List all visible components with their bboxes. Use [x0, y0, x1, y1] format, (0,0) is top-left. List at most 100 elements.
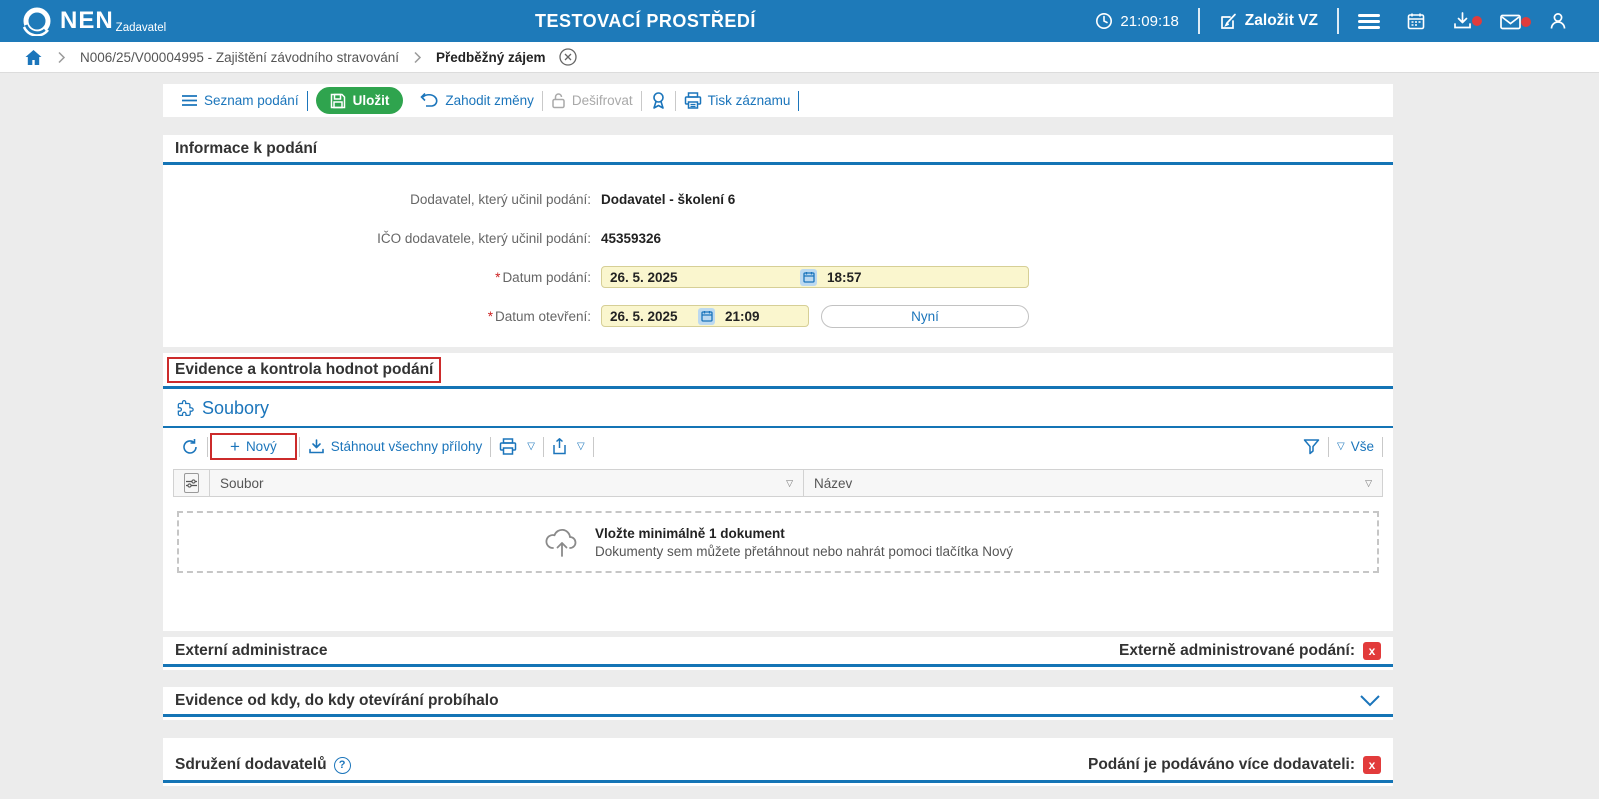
- section-title: Sdružení dodavatelů: [175, 756, 327, 774]
- chevron-down-icon: [1359, 694, 1381, 707]
- nen-logo[interactable]: NEN Zadavatel: [22, 6, 166, 36]
- filter-all-dropdown[interactable]: ▽ Vše: [1329, 439, 1382, 454]
- menu-button[interactable]: [1345, 11, 1393, 32]
- external-flag-no-badge[interactable]: x: [1363, 642, 1381, 660]
- breadcrumb-contract[interactable]: N006/25/V00004995 - Zajištění závodního …: [80, 50, 399, 65]
- sliders-icon: [185, 478, 198, 489]
- submit-time-value[interactable]: 18:57: [827, 270, 862, 285]
- undo-icon: [419, 93, 439, 108]
- new-vz-button[interactable]: Založit VZ: [1206, 12, 1331, 31]
- consortium-section: Sdružení dodavatelů ? Podání je podáváno…: [163, 738, 1393, 786]
- calendar-icon: [1406, 11, 1426, 31]
- sort-triangle-icon[interactable]: ▽: [786, 478, 793, 489]
- home-icon[interactable]: [24, 49, 43, 66]
- mail-icon: [1499, 12, 1522, 31]
- puzzle-icon: [175, 399, 194, 418]
- filter-button[interactable]: [1295, 438, 1328, 455]
- cloud-upload-icon: [543, 526, 581, 558]
- open-date-label: *Datum otevření:: [163, 309, 591, 324]
- calendar-icon: [701, 310, 713, 322]
- divider: [1382, 437, 1383, 457]
- expand-section-button[interactable]: [1359, 694, 1381, 707]
- files-table-header: Soubor ▽ Název ▽: [173, 469, 1383, 497]
- divider: [1337, 8, 1339, 34]
- logo-text: NEN: [60, 11, 114, 31]
- calendar-icon: [803, 271, 815, 283]
- ico-label: IČO dodavatele, který učinil podání:: [163, 231, 591, 246]
- download-all-attachments-button[interactable]: Stáhnout všechny přílohy: [300, 439, 491, 455]
- ribbon-icon: [650, 91, 667, 110]
- submit-date-label: *Datum podání:: [163, 270, 591, 285]
- external-admin-section: Externí administrace Externě administrov…: [163, 637, 1393, 670]
- print-record-label: Tisk záznamu: [708, 93, 791, 108]
- downloads-button[interactable]: [1439, 11, 1486, 31]
- new-file-label: Nový: [246, 439, 277, 454]
- printer-icon: [684, 92, 702, 109]
- column-settings-button[interactable]: [184, 473, 199, 493]
- column-label: Soubor: [220, 476, 264, 491]
- list-of-submissions-button[interactable]: Seznam podání: [173, 93, 307, 108]
- close-icon: [558, 47, 578, 67]
- sort-triangle-icon[interactable]: ▽: [1365, 478, 1372, 489]
- divider: [1198, 8, 1200, 34]
- messages-button[interactable]: [1486, 12, 1535, 31]
- calendar-picker-button[interactable]: [800, 269, 817, 286]
- notification-dot: [1521, 17, 1531, 27]
- file-dropzone[interactable]: Vložte minimálně 1 dokument Dokumenty se…: [177, 511, 1379, 573]
- chevron-right-icon: [57, 51, 66, 64]
- clock-widget: 21:09:18: [1082, 12, 1191, 30]
- new-file-button[interactable]: + Nový: [222, 438, 285, 455]
- column-header-nazev[interactable]: Název ▽: [804, 470, 1382, 496]
- nen-logo-icon: [22, 6, 52, 36]
- list-of-submissions-label: Seznam podání: [204, 93, 299, 108]
- divider: [593, 437, 594, 457]
- plus-icon: +: [230, 438, 240, 455]
- decrypt-label: Dešifrovat: [572, 93, 633, 108]
- open-date-field[interactable]: 26. 5. 2025 21:09: [601, 305, 809, 327]
- submit-date-field[interactable]: 26. 5. 2025 18:57: [601, 266, 1029, 288]
- dropdown-triangle-icon: ▽: [577, 441, 585, 452]
- consortium-flag-no-badge[interactable]: x: [1363, 756, 1381, 774]
- dropdown-triangle-icon: ▽: [527, 441, 535, 452]
- refresh-button[interactable]: [173, 438, 207, 456]
- breadcrumb-current: Předběžný zájem: [436, 50, 546, 65]
- printer-icon: [499, 438, 517, 455]
- print-record-button[interactable]: Tisk záznamu: [676, 92, 799, 109]
- export-menu-button[interactable]: ▽: [544, 438, 593, 455]
- share-icon: [552, 438, 567, 455]
- decrypt-button[interactable]: Dešifrovat: [543, 92, 641, 109]
- download-all-label: Stáhnout všechny přílohy: [331, 439, 483, 454]
- filter-all-label: Vše: [1351, 439, 1374, 454]
- ico-value: 45359326: [601, 231, 661, 246]
- submit-date-value[interactable]: 26. 5. 2025: [610, 270, 800, 285]
- submit-date-row: *Datum podání: 26. 5. 2025 18:57: [163, 266, 1393, 288]
- user-icon: [1548, 11, 1568, 31]
- list-icon: [181, 94, 198, 107]
- calendar-picker-button[interactable]: [698, 308, 715, 325]
- open-time-value[interactable]: 21:09: [725, 309, 760, 324]
- opening-evidence-section: Evidence od kdy, do kdy otevírání probíh…: [163, 687, 1393, 720]
- column-label: Název: [814, 476, 852, 491]
- help-icon[interactable]: ?: [334, 757, 351, 774]
- open-date-value[interactable]: 26. 5. 2025: [610, 309, 698, 324]
- print-menu-button[interactable]: ▽: [491, 438, 543, 455]
- save-button[interactable]: Uložit: [316, 87, 404, 114]
- consortium-flag-label: Podání je podáváno více dodavateli:: [1088, 756, 1355, 774]
- now-button[interactable]: Nyní: [821, 305, 1029, 328]
- close-tab-button[interactable]: [558, 47, 578, 67]
- divider: [207, 437, 208, 457]
- section-title: Evidence od kdy, do kdy otevírání probíh…: [175, 692, 499, 710]
- required-mark: *: [495, 270, 500, 285]
- certificate-button[interactable]: [642, 91, 675, 110]
- logo-subtitle: Zadavatel: [116, 22, 167, 34]
- calendar-button[interactable]: [1393, 11, 1439, 31]
- column-header-soubor[interactable]: Soubor ▽: [210, 470, 804, 496]
- discard-changes-button[interactable]: Zahodit změny: [411, 93, 542, 108]
- external-flag-label: Externě administrované podání:: [1119, 642, 1355, 660]
- profile-button[interactable]: [1535, 11, 1581, 31]
- open-date-row: *Datum otevření: 26. 5. 2025 21:09 Nyní: [163, 305, 1393, 327]
- required-mark: *: [488, 309, 493, 324]
- chevron-right-icon: [413, 51, 422, 64]
- top-bar: NEN Zadavatel TESTOVACÍ PROSTŘEDÍ 21:09:…: [0, 0, 1599, 42]
- filter-funnel-icon: [1303, 438, 1320, 455]
